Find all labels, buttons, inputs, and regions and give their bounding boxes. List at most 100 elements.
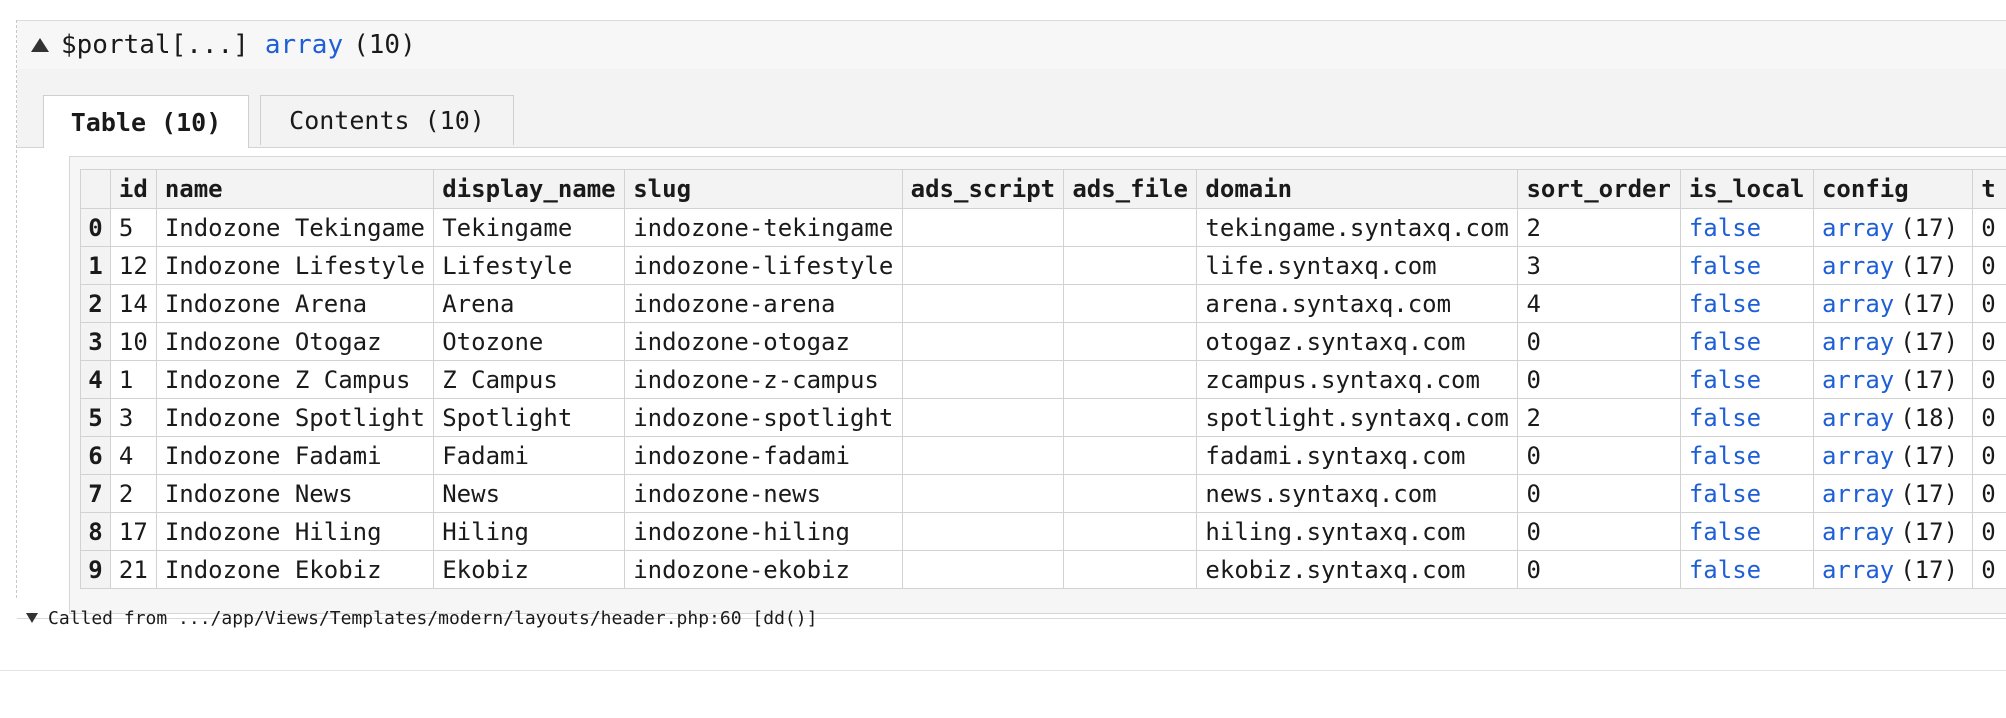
cell-truncated-value: 0 [1981, 327, 1996, 356]
cell-name-value: Indozone Fadami [164, 441, 382, 470]
cell-index-value: 6 [88, 441, 103, 470]
cell-id-value: 12 [118, 251, 148, 280]
cell-slug: indozone-z-campus [624, 360, 903, 399]
cell-truncated-value: 0 [1981, 479, 1996, 508]
table-row: 2 14 Indozone Arena Arena indozone-arena aren… [80, 284, 2006, 323]
cell-sort-order-value: 4 [1526, 289, 1541, 318]
cell-slug-value: indozone-arena [633, 289, 836, 318]
cell-ads-script [901, 208, 1065, 247]
col-header-display-name: display_name [433, 169, 626, 209]
cell-is-local-value: false [1688, 479, 1762, 508]
cell-id-value: 14 [118, 289, 148, 318]
cell-config[interactable]: array (17) [1812, 284, 1974, 323]
cell-slug: indozone-arena [624, 284, 903, 323]
cell-config[interactable]: array (17) [1812, 436, 1974, 475]
cell-ads-script [901, 436, 1065, 475]
cell-slug: indozone-spotlight [624, 398, 903, 437]
cell-ads-file [1063, 322, 1198, 361]
cell-sort-order: 2 [1517, 208, 1681, 247]
cell-slug-value: indozone-tekingame [633, 213, 894, 242]
cell-config[interactable]: array (17) [1812, 512, 1974, 551]
config-array-link[interactable]: array [1822, 442, 1894, 470]
cell-id: 5 [109, 208, 157, 247]
cell-display-name: Ekobiz [433, 550, 626, 589]
cell-sort-order-value: 0 [1526, 517, 1541, 546]
cell-id: 21 [109, 550, 157, 589]
cell-index-value: 5 [88, 403, 103, 432]
config-count: (17) [1900, 441, 1959, 470]
tab-table[interactable]: Table (10) [43, 95, 249, 148]
cell-slug: indozone-news [624, 474, 903, 513]
cell-id-value: 10 [118, 327, 148, 356]
cell-config[interactable]: array (17) [1812, 208, 1974, 247]
cell-domain-value: spotlight.syntaxq.com [1205, 403, 1509, 432]
config-count: (17) [1900, 327, 1959, 356]
cell-sort-order-value: 2 [1526, 403, 1541, 432]
cell-is-local: false [1679, 360, 1814, 399]
config-array-link[interactable]: array [1822, 518, 1894, 546]
cell-id: 17 [109, 512, 157, 551]
cell-config[interactable]: array (17) [1812, 322, 1974, 361]
config-array-link[interactable]: array [1822, 366, 1894, 394]
table-row: 3 10 Indozone Otogaz Otozone indozone-otogaz… [80, 322, 2006, 361]
tab-contents[interactable]: Contents (10) [260, 95, 514, 145]
col-header-truncated: t [1972, 169, 2006, 209]
cell-index-value: 9 [88, 555, 103, 584]
cell-domain-value: zcampus.syntaxq.com [1205, 365, 1480, 394]
col-header-config: config [1812, 169, 1974, 209]
cell-slug-value: indozone-otogaz [633, 327, 850, 356]
cell-config[interactable]: array (18) [1812, 398, 1974, 437]
config-array-link[interactable]: array [1822, 480, 1894, 508]
cell-ads-file [1063, 284, 1198, 323]
config-array-link[interactable]: array [1822, 290, 1894, 318]
col-header-sort-order: sort_order [1517, 169, 1681, 209]
cell-truncated: 0 [1972, 360, 2006, 399]
cell-display-name-value: Arena [442, 289, 515, 318]
expand-triangle-icon[interactable] [26, 613, 38, 623]
table-row: 7 2 Indozone News News indozone-news news.syn… [80, 474, 2006, 513]
cell-id: 2 [109, 474, 157, 513]
cell-sort-order: 0 [1517, 550, 1681, 589]
cell-sort-order: 0 [1517, 512, 1681, 551]
cell-is-local-value: false [1688, 517, 1762, 546]
cell-config[interactable]: array (17) [1812, 360, 1974, 399]
config-array-link[interactable]: array [1822, 404, 1894, 432]
cell-config[interactable]: array (17) [1812, 474, 1974, 513]
cell-ads-script [901, 474, 1065, 513]
called-from[interactable]: Called from .../app/Views/Templates/mode… [26, 606, 817, 630]
cell-index: 1 [80, 246, 111, 285]
config-array-link[interactable]: array [1822, 556, 1894, 584]
cell-id: 1 [109, 360, 157, 399]
config-array-link[interactable]: array [1822, 214, 1894, 242]
variable-name: $portal[...] [61, 30, 249, 60]
collapse-triangle-icon[interactable] [31, 38, 49, 52]
cell-truncated-value: 0 [1981, 365, 1996, 394]
config-array-link[interactable]: array [1822, 328, 1894, 356]
cell-sort-order-value: 0 [1526, 365, 1541, 394]
cell-is-local: false [1679, 398, 1814, 437]
cell-id: 12 [109, 246, 157, 285]
cell-id-value: 3 [118, 403, 134, 432]
col-header-ads-script: ads_script [901, 169, 1065, 209]
cell-name: Indozone Spotlight [155, 398, 435, 437]
cell-index: 4 [80, 360, 111, 399]
cell-id-value: 2 [118, 479, 134, 508]
config-count: (17) [1900, 365, 1959, 394]
cell-is-local: false [1679, 512, 1814, 551]
cell-truncated-value: 0 [1981, 517, 1996, 546]
cell-truncated: 0 [1972, 284, 2006, 323]
cell-ads-file [1063, 208, 1198, 247]
cell-index-value: 1 [88, 251, 103, 280]
cell-index: 0 [80, 208, 111, 247]
cell-config[interactable]: array (17) [1812, 550, 1974, 589]
dump-header[interactable]: $portal[...] array (10) [17, 20, 2006, 70]
cell-display-name: Spotlight [433, 398, 626, 437]
cell-name-value: Indozone News [164, 479, 353, 508]
cell-config[interactable]: array (17) [1812, 246, 1974, 285]
cell-domain: news.syntaxq.com [1196, 474, 1519, 513]
config-array-link[interactable]: array [1822, 252, 1894, 280]
col-header-slug: slug [624, 169, 903, 209]
data-table: id name display_name slug ads_script ads… [80, 169, 2006, 589]
cell-slug-value: indozone-lifestyle [633, 251, 894, 280]
cell-sort-order: 0 [1517, 322, 1681, 361]
